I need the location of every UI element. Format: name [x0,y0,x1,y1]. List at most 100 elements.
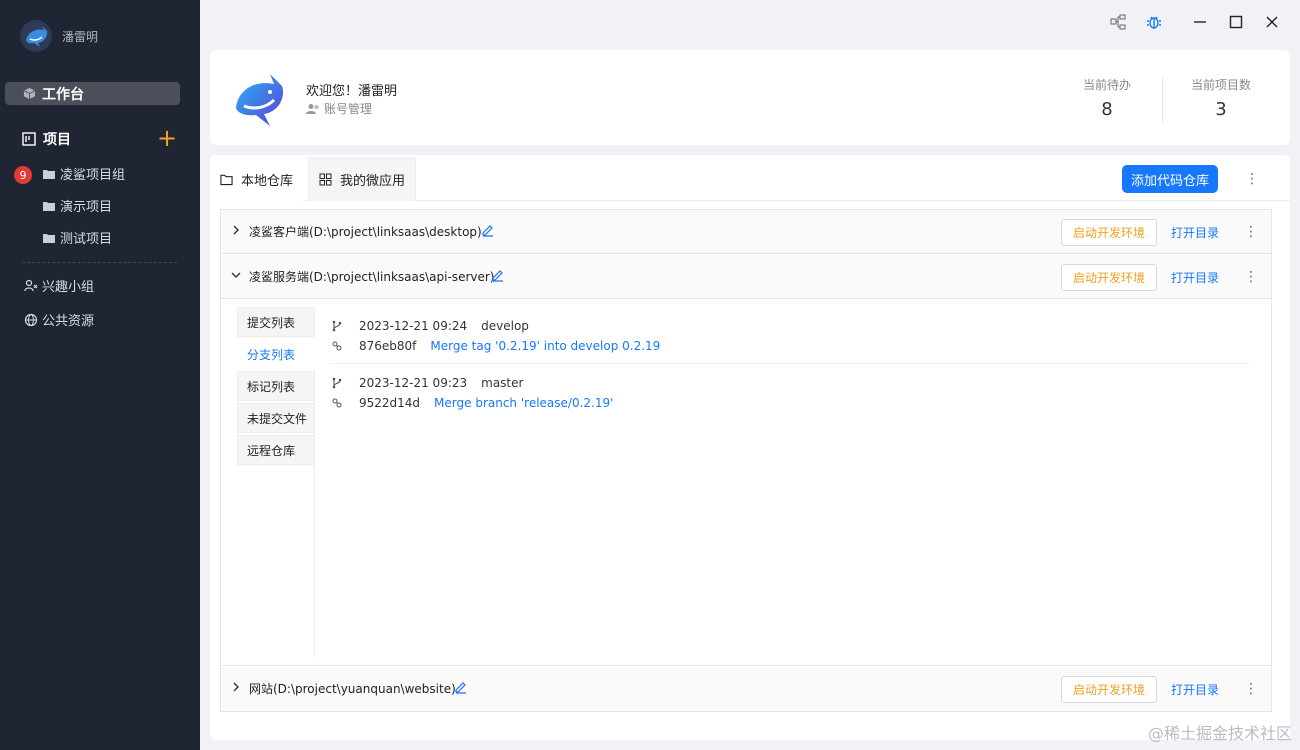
branch-name: master [481,376,524,390]
more-icon[interactable]: ⋮ [1244,169,1260,189]
repo-title: 凌鲨客户端(D:\project\linksaas\desktop) [249,225,482,239]
user-profile[interactable]: 潘雷明 [20,20,98,52]
more-icon[interactable]: ⋮ [1243,679,1259,699]
add-repo-button[interactable]: 添加代码仓库 [1122,165,1218,193]
users-icon [306,103,319,114]
project-item[interactable]: 演示项目 [43,196,112,215]
detail-tab-list: 提交列表 分支列表 标记列表 未提交文件 远程仓库 [237,307,315,659]
subtab-tags[interactable]: 标记列表 [237,371,315,401]
nav-interest-label: 兴趣小组 [42,280,95,295]
branch-name: develop [481,319,529,333]
nav-projects-label: 项目 [43,132,71,148]
open-folder-link[interactable]: 打开目录 [1171,269,1219,286]
repo-row: 凌鲨服务端(D:\project\linksaas\api-server) 启动… [221,255,1271,299]
commit-message-link[interactable]: Merge branch 'release/0.2.19' [434,396,613,410]
subtab-uncommitted[interactable]: 未提交文件 [237,403,315,433]
user-name: 潘雷明 [62,29,99,44]
nav-projects[interactable]: 项目 + [22,126,177,150]
branch-time: 2023-12-21 09:24 [359,319,468,333]
chevron-right-icon[interactable] [230,224,242,236]
commit-icon [332,398,342,408]
tab-local-repos[interactable]: 本地仓库 [210,157,304,201]
project-item[interactable]: 测试项目 [43,228,112,247]
divider [22,262,177,263]
start-dev-env-button[interactable]: 启动开发环境 [1061,264,1157,291]
repo-row: 凌鲨客户端(D:\project\linksaas\desktop) 启动开发环… [221,210,1271,254]
nav-public-label: 公共资源 [42,314,95,329]
nav-workbench[interactable]: 工作台 [5,82,180,105]
repo-detail-panel: 提交列表 分支列表 标记列表 未提交文件 远程仓库 2023-12-21 09:… [221,299,1271,666]
watermark: @稀土掘金技术社区 [1147,724,1292,743]
board-icon [22,132,36,146]
project-group-item[interactable]: 凌鲨项目组 [43,164,125,183]
stat-project-count[interactable]: 当前项目数 3 [1171,76,1271,120]
close-button[interactable] [1262,12,1282,32]
welcome-text: 欢迎您！潘雷明 [306,84,398,99]
project-item-label: 演示项目 [60,200,113,215]
subtab-commits[interactable]: 提交列表 [237,307,315,337]
start-dev-env-button[interactable]: 启动开发环境 [1061,219,1157,246]
repo-title: 凌鲨服务端(D:\project\linksaas\api-server) [249,270,495,284]
tab-label: 我的微应用 [340,174,406,189]
project-group-label: 凌鲨项目组 [60,168,126,183]
branch-time: 2023-12-21 09:23 [359,376,468,390]
stat-label: 当前项目数 [1190,78,1251,92]
repo-list: 凌鲨客户端(D:\project\linksaas\desktop) 启动开发环… [220,209,1272,712]
tab-micro-apps[interactable]: 我的微应用 [308,157,417,201]
subtab-remotes[interactable]: 远程仓库 [237,435,315,465]
project-item-label: 测试项目 [60,232,113,247]
commit-hash: 876eb80f [359,339,417,353]
bug-icon[interactable] [1144,12,1164,32]
folder-icon [43,169,55,179]
stat-label: 当前待办 [1082,78,1131,92]
minimize-button[interactable] [1190,12,1210,32]
folder-icon [43,233,55,243]
cube-icon [23,87,36,100]
tab-label: 本地仓库 [241,173,294,189]
more-icon[interactable]: ⋮ [1243,267,1259,287]
add-project-button[interactable]: + [157,126,177,150]
maximize-button[interactable] [1226,12,1246,32]
welcome-card: 欢迎您！潘雷明 账号管理 当前待办 8 当前项目数 3 [210,50,1290,145]
chevron-down-icon[interactable] [230,269,242,281]
sidebar: 潘雷明 工作台 项目 + 9 凌鲨项目组 演示项目 测试项目 兴趣小组 公共资源 [0,0,200,750]
main-panel: 本地仓库 我的微应用 添加代码仓库 ⋮ 凌鲨客户端(D:\project\lin… [210,155,1290,740]
branch-icon [332,320,342,332]
globe-icon [24,313,38,326]
nav-workbench-label: 工作台 [42,86,84,103]
commit-hash: 9522d14d [359,396,421,410]
branch-item: 2023-12-21 09:23 master 9522d14d Merge b… [331,373,1249,413]
stat-value: 3 [1215,99,1227,120]
nav-public-resources[interactable]: 公共资源 [24,310,94,329]
stat-todo[interactable]: 当前待办 8 [1057,76,1157,120]
unread-badge: 9 [14,166,32,184]
folder-icon [43,201,55,211]
subtab-branches[interactable]: 分支列表 [237,339,315,369]
branch-item: 2023-12-21 09:24 develop 876eb80f Merge … [331,316,1249,356]
edit-icon[interactable] [491,268,505,282]
edit-icon[interactable] [454,680,468,694]
account-management-link[interactable]: 账号管理 [306,100,372,117]
tab-bar: 本地仓库 我的微应用 添加代码仓库 ⋮ [210,155,1290,201]
repo-title: 网站(D:\project\yuanquan\website) [249,682,456,696]
apps-icon [319,173,332,186]
folder-icon [220,174,233,185]
edit-icon[interactable] [481,223,495,237]
open-folder-link[interactable]: 打开目录 [1171,224,1219,241]
divider [1162,78,1163,122]
commit-icon [332,341,342,351]
divider [331,363,1249,364]
shark-logo-icon [236,74,284,126]
nav-interest-groups[interactable]: 兴趣小组 [24,276,94,295]
avatar[interactable] [20,20,52,52]
branch-icon [332,377,342,389]
start-dev-env-button[interactable]: 启动开发环境 [1061,676,1157,703]
account-management-label: 账号管理 [324,102,373,116]
open-folder-link[interactable]: 打开目录 [1171,681,1219,698]
chevron-right-icon[interactable] [230,681,242,693]
workflow-icon[interactable] [1108,12,1128,32]
commit-message-link[interactable]: Merge tag '0.2.19' into develop 0.2.19 [430,339,660,353]
people-icon [24,279,38,291]
shark-logo-icon [26,26,48,47]
more-icon[interactable]: ⋮ [1243,222,1259,242]
